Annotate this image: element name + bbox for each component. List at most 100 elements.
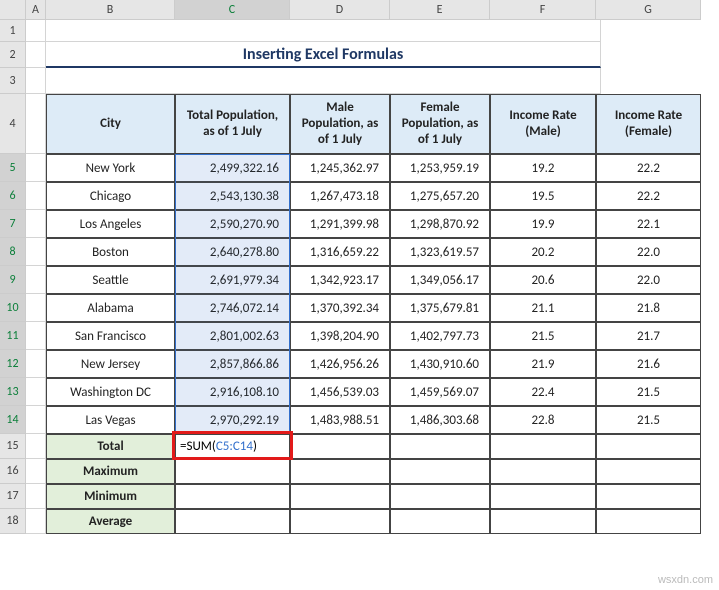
cell-g17[interactable] <box>596 484 701 509</box>
cell-e18[interactable] <box>390 509 490 534</box>
cell-city[interactable]: Seattle <box>46 266 175 294</box>
cell-city[interactable]: Washington DC <box>46 378 175 406</box>
cell-city[interactable]: Los Angeles <box>46 210 175 238</box>
cell-a9[interactable] <box>26 266 46 294</box>
header-income-female[interactable]: Income Rate (Female) <box>596 94 701 154</box>
cell-total[interactable]: 2,970,292.19 <box>175 406 290 434</box>
row-header-5[interactable]: 5 <box>0 154 26 182</box>
cell-income-female[interactable]: 22.2 <box>596 182 701 210</box>
cell-d15[interactable] <box>290 434 390 459</box>
col-header-a[interactable]: A <box>26 0 46 20</box>
cell-income-male[interactable]: 21.5 <box>490 322 596 350</box>
cell-male[interactable]: 1,291,399.98 <box>290 210 390 238</box>
cell-total[interactable]: 2,691,979.34 <box>175 266 290 294</box>
row-header-10[interactable]: 10 <box>0 294 26 322</box>
cell-f17[interactable] <box>490 484 596 509</box>
header-city[interactable]: City <box>46 94 175 154</box>
cell-female[interactable]: 1,323,619.57 <box>390 238 490 266</box>
cell-b1[interactable] <box>46 20 601 42</box>
header-female-pop[interactable]: Female Population, as of 1 July <box>390 94 490 154</box>
cell-e16[interactable] <box>390 459 490 484</box>
cell-male[interactable]: 1,342,923.17 <box>290 266 390 294</box>
cell-male[interactable]: 1,456,539.03 <box>290 378 390 406</box>
cell-g16[interactable] <box>596 459 701 484</box>
cell-a2[interactable] <box>26 42 46 68</box>
cell-f15[interactable] <box>490 434 596 459</box>
col-header-g[interactable]: G <box>596 0 701 20</box>
cell-income-female[interactable]: 22.2 <box>596 154 701 182</box>
cell-income-male[interactable]: 21.1 <box>490 294 596 322</box>
row-header-4[interactable]: 4 <box>0 94 26 154</box>
summary-max-label[interactable]: Maximum <box>46 459 175 484</box>
cell-income-female[interactable]: 21.5 <box>596 406 701 434</box>
cell-c18[interactable] <box>175 509 290 534</box>
cell-male[interactable]: 1,483,988.51 <box>290 406 390 434</box>
cell-city[interactable]: Chicago <box>46 182 175 210</box>
cell-total[interactable]: 2,499,322.16 <box>175 154 290 182</box>
cell-total[interactable]: 2,543,130.38 <box>175 182 290 210</box>
cell-female[interactable]: 1,375,679.81 <box>390 294 490 322</box>
header-income-male[interactable]: Income Rate (Male) <box>490 94 596 154</box>
cell-city[interactable]: San Francisco <box>46 322 175 350</box>
row-header-2[interactable]: 2 <box>0 42 26 68</box>
cell-f18[interactable] <box>490 509 596 534</box>
cell-female[interactable]: 1,349,056.17 <box>390 266 490 294</box>
cell-income-male[interactable]: 22.8 <box>490 406 596 434</box>
cell-female[interactable]: 1,275,657.20 <box>390 182 490 210</box>
title-cell[interactable]: Inserting Excel Formulas <box>46 42 601 68</box>
cell-d16[interactable] <box>290 459 390 484</box>
cell-income-female[interactable]: 21.8 <box>596 294 701 322</box>
row-header-18[interactable]: 18 <box>0 509 26 534</box>
cell-a11[interactable] <box>26 322 46 350</box>
cell-a17[interactable] <box>26 484 46 509</box>
row-header-17[interactable]: 17 <box>0 484 26 509</box>
cell-female[interactable]: 1,402,797.73 <box>390 322 490 350</box>
cell-total[interactable]: 2,640,278.80 <box>175 238 290 266</box>
cell-income-female[interactable]: 22.1 <box>596 210 701 238</box>
cell-f16[interactable] <box>490 459 596 484</box>
cell-g15[interactable] <box>596 434 701 459</box>
cell-female[interactable]: 1,298,870.92 <box>390 210 490 238</box>
cell-g18[interactable] <box>596 509 701 534</box>
cell-city[interactable]: Las Vegas <box>46 406 175 434</box>
cell-income-male[interactable]: 19.9 <box>490 210 596 238</box>
cell-male[interactable]: 1,316,659.22 <box>290 238 390 266</box>
row-header-12[interactable]: 12 <box>0 350 26 378</box>
cell-a12[interactable] <box>26 350 46 378</box>
cell-city[interactable]: Boston <box>46 238 175 266</box>
col-header-b[interactable]: B <box>46 0 175 20</box>
cell-a16[interactable] <box>26 459 46 484</box>
cell-c16[interactable] <box>175 459 290 484</box>
row-header-7[interactable]: 7 <box>0 210 26 238</box>
row-header-9[interactable]: 9 <box>0 266 26 294</box>
row-header-1[interactable]: 1 <box>0 20 26 42</box>
cell-income-male[interactable]: 21.9 <box>490 350 596 378</box>
cell-female[interactable]: 1,430,910.60 <box>390 350 490 378</box>
cell-e17[interactable] <box>390 484 490 509</box>
row-header-3[interactable]: 3 <box>0 68 26 94</box>
cell-a15[interactable] <box>26 434 46 459</box>
cell-income-male[interactable]: 19.2 <box>490 154 596 182</box>
cell-income-male[interactable]: 22.4 <box>490 378 596 406</box>
cell-city[interactable]: Alabama <box>46 294 175 322</box>
cell-a7[interactable] <box>26 210 46 238</box>
cell-male[interactable]: 1,398,204.90 <box>290 322 390 350</box>
cell-a8[interactable] <box>26 238 46 266</box>
cell-female[interactable]: 1,486,303.68 <box>390 406 490 434</box>
cell-a5[interactable] <box>26 154 46 182</box>
cell-income-male[interactable]: 20.2 <box>490 238 596 266</box>
cell-income-female[interactable]: 22.0 <box>596 238 701 266</box>
col-header-e[interactable]: E <box>390 0 490 20</box>
cell-a18[interactable] <box>26 509 46 534</box>
col-header-c[interactable]: C <box>175 0 290 20</box>
cell-b3[interactable] <box>46 68 601 94</box>
cell-income-female[interactable]: 21.5 <box>596 378 701 406</box>
cell-income-female[interactable]: 21.6 <box>596 350 701 378</box>
col-header-f[interactable]: F <box>490 0 596 20</box>
formula-cell-c15[interactable]: =SUM(C5:C14) <box>175 434 290 459</box>
cell-a13[interactable] <box>26 378 46 406</box>
cell-male[interactable]: 1,245,362.97 <box>290 154 390 182</box>
cell-a3[interactable] <box>26 68 46 94</box>
cell-city[interactable]: New Jersey <box>46 350 175 378</box>
cell-female[interactable]: 1,459,569.07 <box>390 378 490 406</box>
